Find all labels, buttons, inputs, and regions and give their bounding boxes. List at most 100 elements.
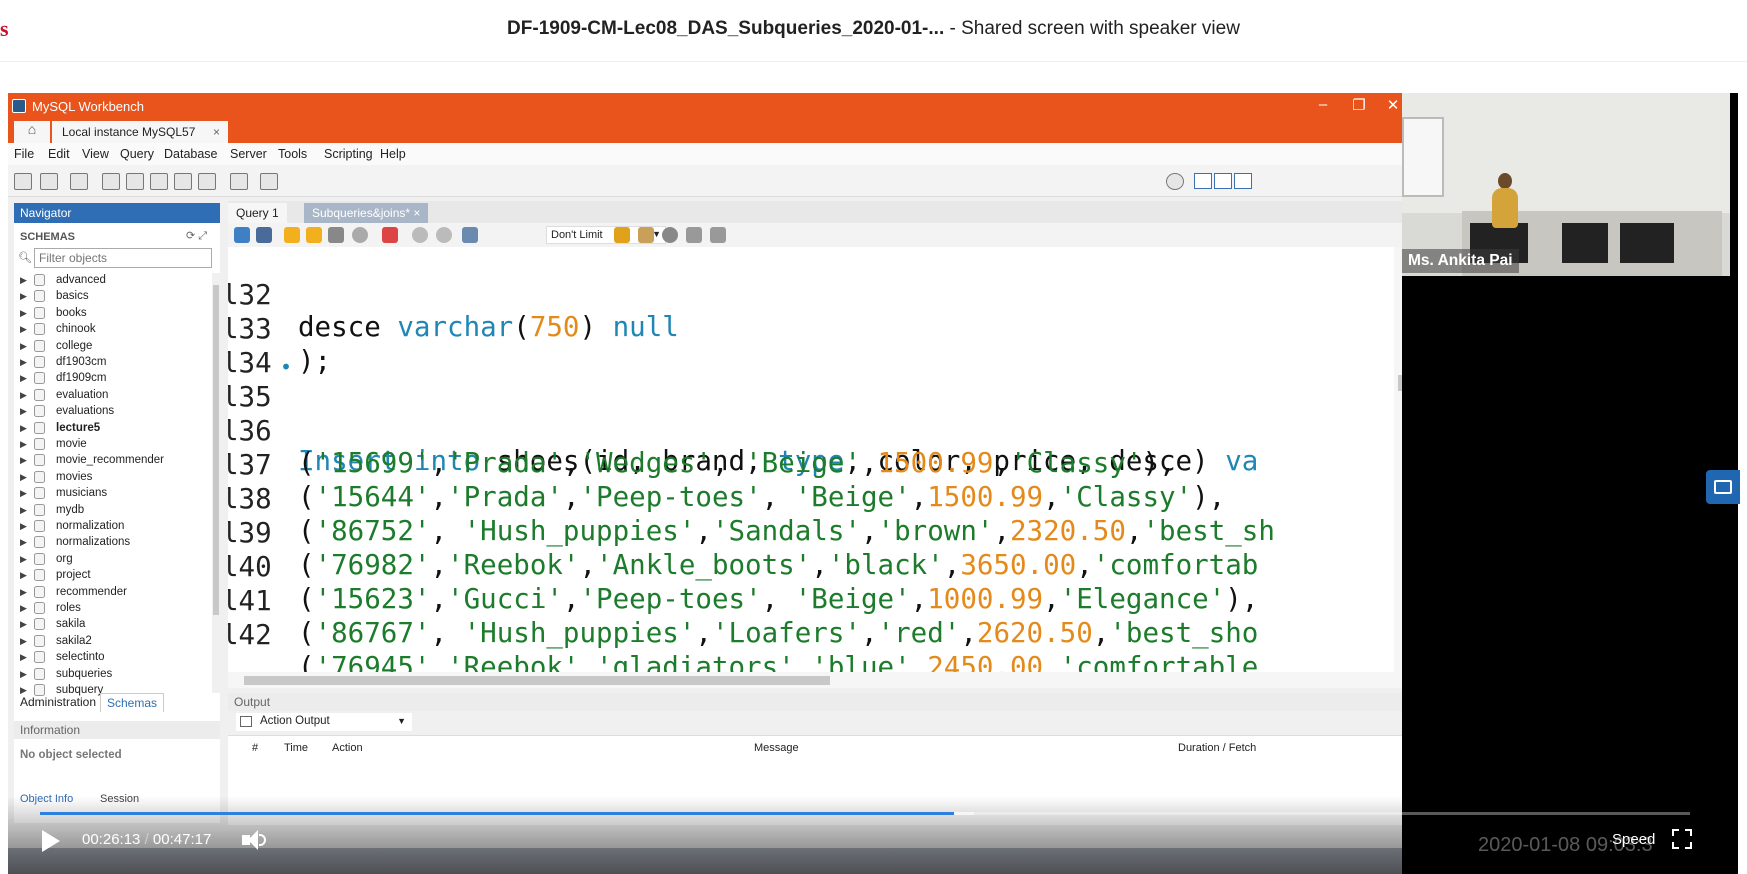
menu-query[interactable]: Query bbox=[120, 147, 154, 161]
schema-label: recommender bbox=[56, 585, 127, 598]
scrollbar-thumb[interactable] bbox=[213, 285, 219, 615]
new-query-icon[interactable] bbox=[14, 173, 32, 190]
expand-arrow-icon[interactable]: ▶ bbox=[20, 455, 27, 466]
expand-arrow-icon[interactable]: ▶ bbox=[20, 505, 27, 516]
menu-file[interactable]: File bbox=[14, 147, 34, 161]
volume-button[interactable] bbox=[242, 829, 268, 851]
database-icon bbox=[34, 470, 45, 483]
reconnect-icon[interactable] bbox=[260, 173, 278, 190]
progress-bar[interactable] bbox=[40, 812, 1690, 815]
expand-arrow-icon[interactable]: ▶ bbox=[20, 373, 27, 384]
search-table-icon[interactable] bbox=[230, 173, 248, 190]
menu-database[interactable]: Database bbox=[164, 147, 218, 161]
toggle-error-icon[interactable] bbox=[382, 227, 398, 243]
navigator-scrollbar[interactable] bbox=[212, 273, 220, 693]
menu-server[interactable]: Server bbox=[230, 147, 267, 161]
create-view-icon[interactable] bbox=[150, 173, 168, 190]
expand-arrow-icon[interactable]: ▶ bbox=[20, 472, 27, 483]
rollback-icon[interactable] bbox=[436, 227, 452, 243]
beautify-icon[interactable] bbox=[638, 227, 654, 243]
settings-icon[interactable] bbox=[1166, 173, 1184, 190]
database-icon bbox=[34, 356, 45, 368]
save-icon[interactable] bbox=[256, 227, 272, 243]
open-script-icon[interactable] bbox=[40, 173, 58, 190]
expand-arrow-icon[interactable]: ▶ bbox=[20, 537, 27, 548]
editor-horizontal-scrollbar[interactable] bbox=[228, 672, 1402, 688]
inspector-icon[interactable] bbox=[70, 173, 88, 190]
toggle-secondary-sidebar-icon[interactable] bbox=[1234, 173, 1252, 189]
scrollbar-thumb[interactable] bbox=[244, 676, 830, 685]
filter-objects-input[interactable] bbox=[34, 248, 212, 268]
database-icon bbox=[34, 651, 45, 664]
expand-arrow-icon[interactable]: ▶ bbox=[20, 619, 27, 630]
fullscreen-button[interactable] bbox=[1672, 829, 1692, 849]
connection-tab[interactable]: Local instance MySQL57 × bbox=[52, 121, 228, 143]
close-icon[interactable]: ✕ bbox=[1378, 96, 1402, 114]
menu-help[interactable]: Help bbox=[380, 147, 406, 161]
menu-tools[interactable]: Tools bbox=[278, 147, 307, 161]
tab-administration[interactable]: Administration bbox=[20, 695, 96, 709]
code-text: desce varchar(750) null bbox=[298, 311, 679, 343]
picture-in-picture-button[interactable] bbox=[1706, 470, 1740, 504]
expand-arrow-icon[interactable]: ▶ bbox=[20, 603, 27, 614]
explain-icon[interactable] bbox=[328, 227, 344, 243]
restore-icon[interactable]: ❐ bbox=[1344, 96, 1374, 114]
expand-arrow-icon[interactable]: ▶ bbox=[20, 636, 27, 647]
sql-editor[interactable]: l32 desce varchar(750) null l33 ); l34 l… bbox=[228, 247, 1402, 672]
expand-arrow-icon[interactable]: ▶ bbox=[20, 390, 27, 401]
create-procedure-icon[interactable] bbox=[174, 173, 192, 190]
create-table-icon[interactable] bbox=[126, 173, 144, 190]
schema-label: roles bbox=[56, 602, 81, 614]
expand-arrow-icon[interactable]: ▶ bbox=[20, 308, 27, 319]
stop-icon[interactable] bbox=[352, 227, 368, 243]
expand-arrow-icon[interactable]: ▶ bbox=[20, 324, 27, 335]
expand-arrow-icon[interactable]: ▶ bbox=[20, 275, 27, 286]
expand-arrow-icon[interactable]: ▶ bbox=[20, 652, 27, 663]
close-tab-icon[interactable]: × bbox=[213, 125, 220, 139]
expand-arrow-icon[interactable]: ▶ bbox=[20, 521, 27, 532]
tab-schemas[interactable]: Schemas bbox=[100, 693, 165, 712]
editor-vertical-scrollbar[interactable] bbox=[1394, 247, 1402, 672]
menu-view[interactable]: View bbox=[82, 147, 109, 161]
menu-edit[interactable]: Edit bbox=[48, 147, 70, 161]
execute-current-icon[interactable] bbox=[306, 227, 322, 243]
play-button[interactable] bbox=[38, 828, 62, 854]
expand-arrow-icon[interactable]: ▶ bbox=[20, 488, 27, 499]
expand-arrow-icon[interactable]: ▶ bbox=[20, 406, 27, 417]
create-schema-icon[interactable] bbox=[102, 173, 120, 190]
expand-arrow-icon[interactable]: ▶ bbox=[20, 423, 27, 434]
expand-arrow-icon[interactable]: ▶ bbox=[20, 341, 27, 352]
expand-arrow-icon[interactable]: ▶ bbox=[20, 357, 27, 368]
tab-subqueries-joins[interactable]: Subqueries&joins* × bbox=[304, 203, 429, 223]
invisible-chars-icon[interactable] bbox=[686, 227, 702, 243]
expand-arrow-icon[interactable]: ▶ bbox=[20, 291, 27, 302]
close-tab-icon[interactable]: × bbox=[413, 206, 420, 220]
toggle-sidebar-icon[interactable] bbox=[1194, 173, 1212, 189]
menu-scripting[interactable]: Scripting bbox=[324, 147, 373, 161]
tab-query-1[interactable]: Query 1 bbox=[228, 203, 287, 223]
speed-button[interactable]: Speed bbox=[1612, 831, 1655, 848]
schema-label: df1903cm bbox=[56, 356, 107, 368]
autocommit-icon[interactable] bbox=[462, 227, 478, 243]
expand-arrow-icon[interactable]: ▶ bbox=[20, 570, 27, 581]
window-titlebar: MySQL Workbench – ❐ ✕ bbox=[8, 93, 1402, 119]
refresh-schemas-icon[interactable]: ⟳ ⤢ bbox=[186, 229, 207, 243]
execute-icon[interactable] bbox=[284, 227, 300, 243]
add-snippet-icon[interactable] bbox=[614, 227, 630, 243]
commit-icon[interactable] bbox=[412, 227, 428, 243]
view-mode: - Shared screen with speaker view bbox=[949, 18, 1240, 39]
toggle-output-icon[interactable] bbox=[1214, 173, 1232, 189]
output-type-select[interactable]: Action Output ▼ bbox=[236, 713, 412, 731]
expand-arrow-icon[interactable]: ▶ bbox=[20, 439, 27, 450]
expand-arrow-icon[interactable]: ▶ bbox=[20, 669, 27, 680]
create-function-icon[interactable] bbox=[198, 173, 216, 190]
find-icon[interactable] bbox=[662, 227, 678, 243]
open-file-icon[interactable] bbox=[234, 227, 250, 243]
expand-arrow-icon[interactable]: ▶ bbox=[20, 554, 27, 565]
word-wrap-icon[interactable] bbox=[710, 227, 726, 243]
minimize-icon[interactable]: – bbox=[1308, 96, 1338, 113]
expand-arrow-icon[interactable]: ▶ bbox=[20, 587, 27, 598]
home-tab[interactable]: ⌂ bbox=[14, 121, 50, 143]
recording-name: DF-1909-CM-Lec08_DAS_Subqueries_2020-01-… bbox=[507, 18, 945, 39]
scrollbar-thumb[interactable] bbox=[1398, 375, 1402, 391]
